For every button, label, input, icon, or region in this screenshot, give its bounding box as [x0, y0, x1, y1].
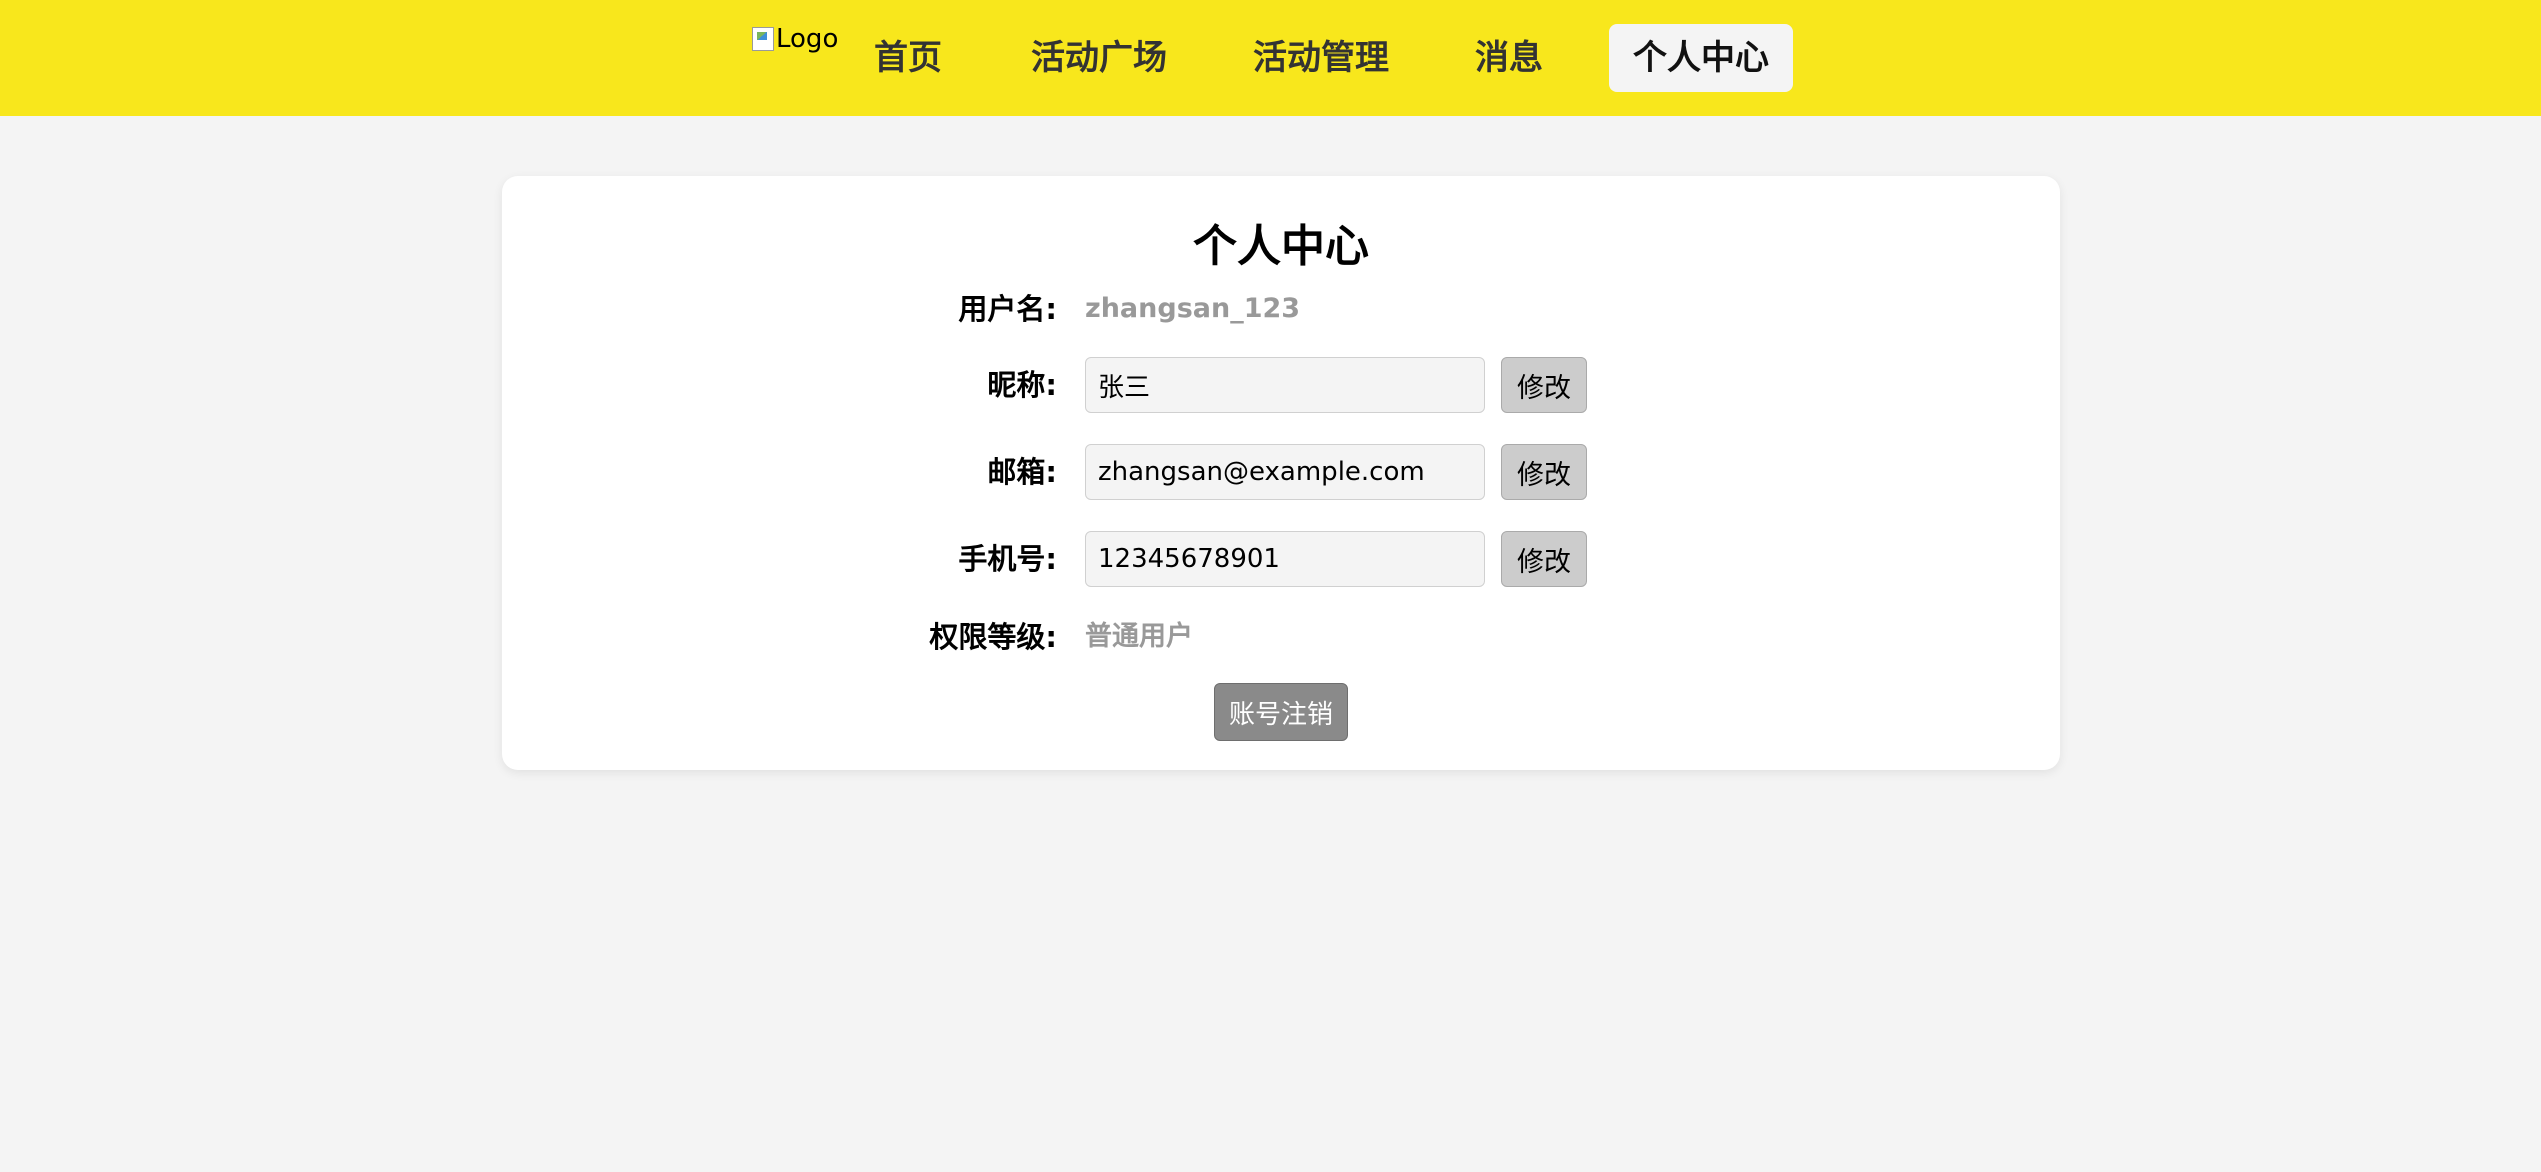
delete-account-button[interactable]: 账号注销 [1214, 683, 1348, 741]
page-title: 个人中心 [1193, 221, 1369, 272]
email-row: 邮箱: 修改 [502, 444, 2060, 500]
edit-email-button[interactable]: 修改 [1501, 444, 1587, 500]
nav-item-home[interactable]: 首页 [874, 24, 942, 92]
edit-phone-button[interactable]: 修改 [1501, 531, 1587, 587]
phone-row: 手机号: 修改 [502, 531, 2060, 587]
email-input[interactable] [1085, 444, 1485, 500]
phone-input[interactable] [1085, 531, 1485, 587]
username-label: 用户名: [958, 292, 1057, 326]
username-row: 用户名: zhangsan_123 [502, 281, 2060, 337]
phone-label: 手机号: [958, 542, 1057, 576]
profile-card: 个人中心 用户名: zhangsan_123 昵称: 修改 邮箱: 修改 手机号… [502, 176, 2060, 770]
nav-item-activity-square[interactable]: 活动广场 [1031, 24, 1167, 92]
username-value: zhangsan_123 [1085, 293, 1301, 324]
nickname-input[interactable] [1085, 357, 1485, 413]
nav-item-messages[interactable]: 消息 [1475, 24, 1543, 92]
email-label: 邮箱: [987, 455, 1057, 489]
nickname-row: 昵称: 修改 [502, 357, 2060, 413]
edit-nickname-button[interactable]: 修改 [1501, 357, 1587, 413]
permission-level-label: 权限等级: [929, 620, 1057, 654]
main-nav: 首页 活动广场 活动管理 消息 个人中心 [0, 24, 2541, 92]
top-navbar: Logo 首页 活动广场 活动管理 消息 个人中心 [0, 0, 2541, 116]
permission-level-value: 普通用户 [1085, 621, 1193, 652]
nickname-label: 昵称: [987, 368, 1057, 402]
nav-item-activity-management[interactable]: 活动管理 [1253, 24, 1389, 92]
permission-level-row: 权限等级: 普通用户 [502, 609, 2060, 665]
nav-item-profile[interactable]: 个人中心 [1609, 24, 1793, 92]
